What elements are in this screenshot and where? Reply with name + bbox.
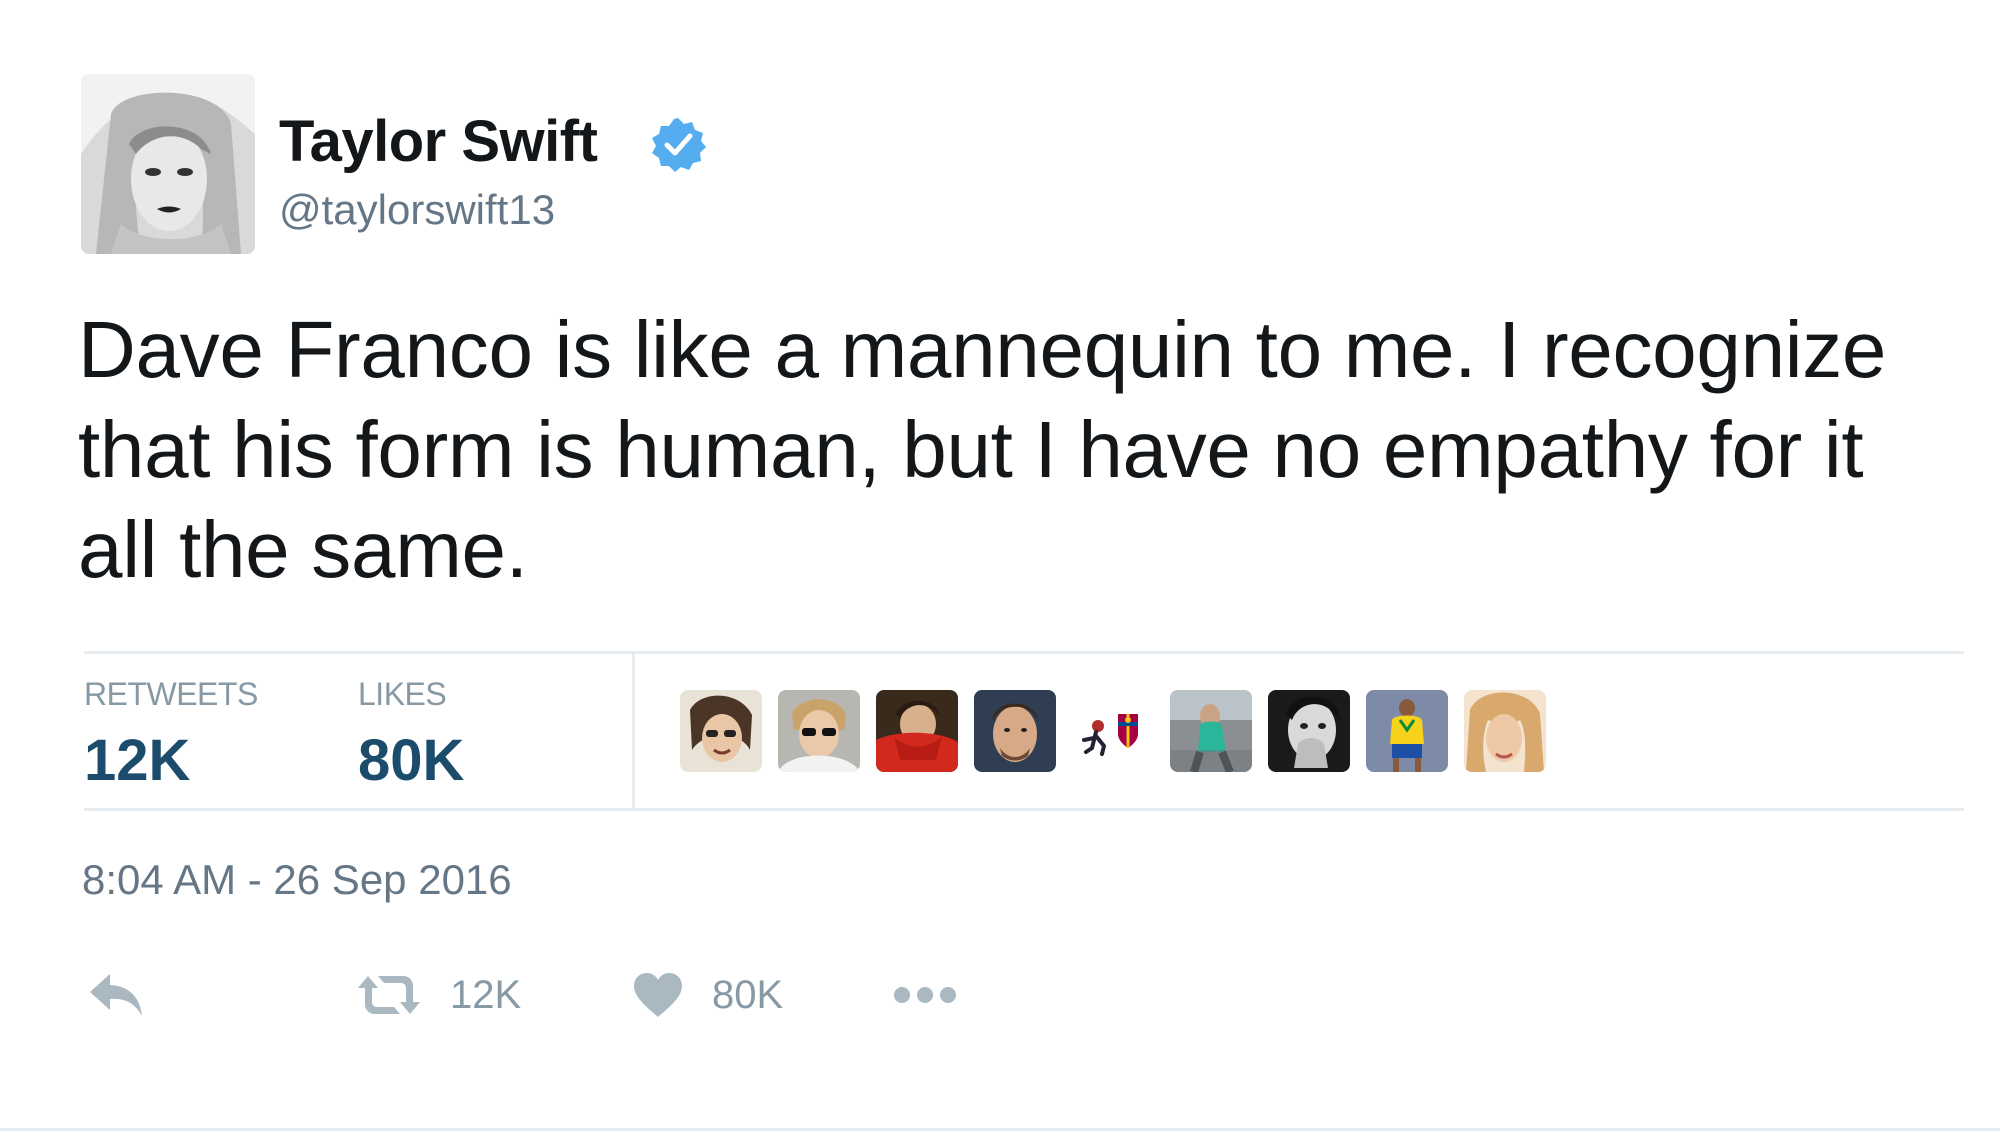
liker-avatar-4[interactable] xyxy=(974,690,1056,772)
stats-bottom-divider xyxy=(84,808,1964,811)
liker-avatar-5[interactable] xyxy=(1072,690,1154,772)
retweet-count: 12K xyxy=(450,972,522,1017)
author-avatar-image xyxy=(81,74,255,254)
retweet-icon xyxy=(358,976,420,1014)
likers-avatar-list xyxy=(680,690,1546,772)
more-options-button[interactable] xyxy=(892,960,958,1030)
liker-avatar-2[interactable] xyxy=(778,690,860,772)
liker-avatar-1[interactable] xyxy=(680,690,762,772)
liker-avatar-9[interactable] xyxy=(1464,690,1546,772)
like-button[interactable]: 80K xyxy=(632,960,783,1030)
likes-stat[interactable]: LIKES 80K xyxy=(358,676,464,794)
more-dots-icon xyxy=(894,987,956,1003)
author-display-name[interactable]: Taylor Swift xyxy=(279,108,598,175)
tweet-actions-bar: 12K 80K xyxy=(84,960,1084,1030)
like-count: 80K xyxy=(712,972,784,1017)
liker-avatar-8[interactable] xyxy=(1366,690,1448,772)
author-handle[interactable]: @taylorswift13 xyxy=(279,186,555,234)
card-bottom-border xyxy=(0,1128,2000,1131)
tweet-card: Taylor Swift @taylorswift13 Dave Franco … xyxy=(0,0,2000,1133)
verified-badge-icon xyxy=(650,116,706,172)
tweet-text: Dave Franco is like a mannequin to me. I… xyxy=(78,305,1887,594)
retweets-stat[interactable]: RETWEETS 12K xyxy=(84,676,258,794)
retweets-label: RETWEETS xyxy=(84,676,258,712)
retweet-button[interactable]: 12K xyxy=(356,960,521,1030)
liker-avatar-6[interactable] xyxy=(1170,690,1252,772)
retweets-value: 12K xyxy=(84,728,191,793)
heart-icon xyxy=(634,973,682,1017)
likes-label: LIKES xyxy=(358,676,447,712)
stats-top-divider xyxy=(84,651,1964,654)
author-avatar[interactable] xyxy=(81,74,255,254)
stats-vertical-divider xyxy=(632,654,635,808)
liker-avatar-3[interactable] xyxy=(876,690,958,772)
likes-value: 80K xyxy=(358,728,465,793)
liker-avatar-7[interactable] xyxy=(1268,690,1350,772)
reply-button[interactable] xyxy=(88,960,144,1030)
reply-icon xyxy=(90,974,142,1016)
tweet-timestamp[interactable]: 8:04 AM - 26 Sep 2016 xyxy=(82,856,512,904)
